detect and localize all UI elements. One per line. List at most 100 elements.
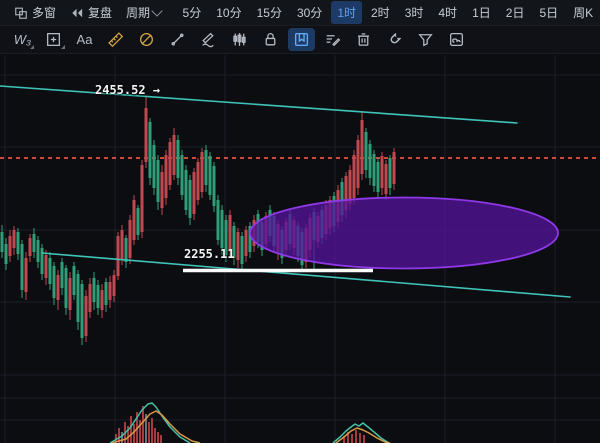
volume-bar	[359, 433, 361, 443]
candle-body	[65, 268, 68, 308]
candle-body	[45, 255, 48, 278]
candle-body	[9, 236, 12, 256]
candle-body	[205, 150, 208, 185]
candle-body	[385, 164, 388, 194]
volume-bar	[160, 435, 162, 443]
lock-tool[interactable]	[257, 28, 284, 51]
crosshair-add-tool[interactable]	[40, 28, 67, 51]
timeframe-5分[interactable]: 5分	[177, 1, 208, 24]
delete-tool[interactable]	[350, 28, 377, 51]
candle-body	[17, 232, 20, 254]
candle-body	[141, 165, 144, 232]
line-tool[interactable]	[164, 28, 191, 51]
timeframe-周K[interactable]: 周K	[567, 1, 599, 24]
multi-window-label: 多窗	[32, 4, 56, 21]
candle-body	[169, 142, 172, 185]
candle-body	[33, 234, 36, 252]
refresh-draw-tool[interactable]	[443, 28, 470, 51]
drawing-toolbar: W₃ Aa	[0, 26, 600, 54]
period-label: 周期	[126, 4, 150, 21]
volume-bar	[130, 416, 132, 443]
ellipse-annotation	[250, 198, 558, 269]
timeframe-15分[interactable]: 15分	[251, 1, 288, 24]
candle-body	[209, 156, 212, 195]
period-dropdown[interactable]: 周期	[126, 4, 161, 21]
text-tool[interactable]: Aa	[71, 28, 98, 51]
candle-body	[245, 230, 248, 256]
wave-tool-glyph: W₃	[14, 32, 31, 47]
high-price-label: 2455.52 →	[95, 83, 160, 97]
note-edit-tool[interactable]	[319, 28, 346, 51]
ruler-tool[interactable]	[102, 28, 129, 51]
volume-bar	[355, 430, 357, 443]
timeframe-2时[interactable]: 2时	[365, 1, 396, 24]
candle-body	[81, 284, 84, 338]
candle-body	[49, 258, 52, 284]
timeframe-1日[interactable]: 1日	[466, 1, 497, 24]
timeframe-4时[interactable]: 4时	[432, 1, 463, 24]
candle-body	[93, 278, 96, 302]
candle-body	[85, 296, 88, 336]
candle-body	[185, 170, 188, 210]
candle-body	[381, 156, 384, 188]
filter-tool[interactable]	[412, 28, 439, 51]
bar-pattern-tool[interactable]	[226, 28, 253, 51]
candle-body	[365, 132, 368, 170]
timeframe-10分[interactable]: 10分	[210, 1, 247, 24]
candle-body	[181, 155, 184, 195]
timeframe-30分[interactable]: 30分	[291, 1, 328, 24]
candle-body	[13, 230, 16, 248]
candle-body	[41, 248, 44, 274]
replay-button[interactable]: 复盘	[70, 4, 112, 21]
candle-body	[221, 210, 224, 248]
timeframe-2日[interactable]: 2日	[500, 1, 531, 24]
candle-body	[53, 266, 56, 298]
no-draw-tool[interactable]	[133, 28, 160, 51]
volume-bar	[154, 428, 156, 443]
dropdown-caret-icon	[61, 45, 65, 49]
candle-body	[129, 220, 132, 258]
candle-body	[353, 155, 356, 198]
candlestick-chart[interactable]	[0, 0, 600, 443]
upper-trendline	[0, 86, 517, 123]
dropdown-caret-icon	[30, 45, 34, 49]
timeframe-1时[interactable]: 1时	[331, 1, 362, 24]
candle-body	[113, 275, 116, 296]
candle-body	[1, 232, 4, 252]
candle-body	[89, 284, 92, 312]
candle-body	[5, 244, 8, 264]
volume-bar	[351, 434, 353, 443]
volume-bar	[148, 422, 150, 443]
candle-body	[117, 236, 120, 276]
candle-body	[173, 135, 176, 175]
freehand-tool[interactable]	[195, 28, 222, 51]
candle-body	[121, 230, 124, 260]
volume-bar	[142, 406, 144, 443]
timeframe-3时[interactable]: 3时	[399, 1, 430, 24]
candle-body	[145, 108, 148, 162]
rewind-icon	[70, 7, 84, 19]
candle-body	[241, 236, 244, 264]
candle-body	[133, 200, 136, 240]
bookmark-panel-tool[interactable]	[288, 28, 315, 51]
candle-body	[137, 208, 140, 235]
magnet-tool[interactable]	[381, 28, 408, 51]
candle-body	[109, 282, 112, 300]
wave-tool[interactable]: W₃	[9, 28, 36, 51]
volume-bar	[363, 435, 365, 443]
low-price-label: 2255.11	[184, 247, 235, 261]
candle-body	[153, 145, 156, 188]
multi-window-button[interactable]: 多窗	[14, 4, 56, 21]
volume-bar	[157, 432, 159, 443]
timeframe-5日[interactable]: 5日	[533, 1, 564, 24]
multi-window-icon	[14, 6, 28, 20]
candle-body	[197, 162, 200, 200]
candle-body	[393, 152, 396, 184]
candle-body	[149, 122, 152, 178]
replay-label: 复盘	[88, 4, 112, 21]
candle-body	[165, 155, 168, 198]
chevron-down-icon	[151, 5, 162, 16]
candle-body	[125, 238, 128, 262]
volume-bar	[151, 418, 153, 443]
candle-body	[105, 282, 108, 305]
